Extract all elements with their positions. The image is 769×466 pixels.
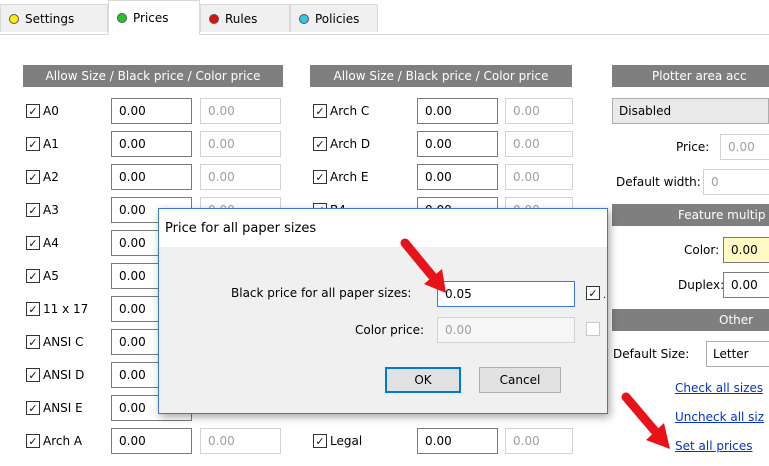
arrow-to-set-all-prices-icon [621,392,670,449]
annotation-arrows [400,238,670,449]
arrow-to-black-price-icon [400,238,446,293]
